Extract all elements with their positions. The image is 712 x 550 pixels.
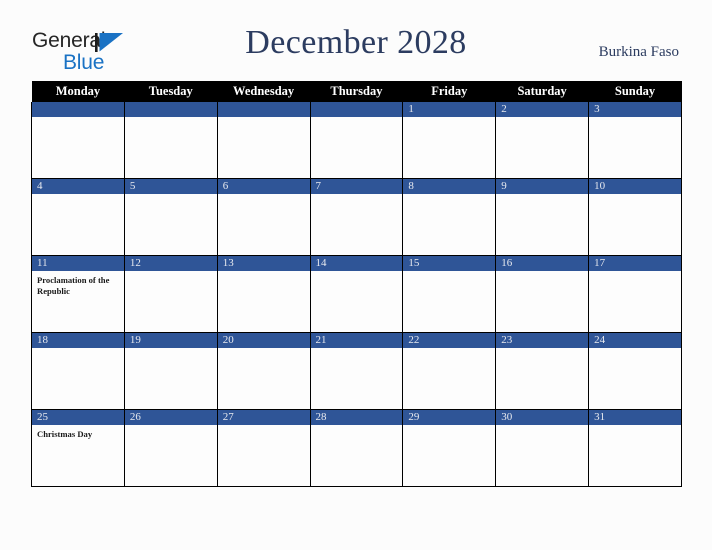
calendar-day-cell[interactable]: 2	[495, 102, 590, 179]
holiday-label: Christmas Day	[37, 429, 93, 439]
calendar-day-cell[interactable]: 17	[588, 255, 682, 333]
calendar-day-cell[interactable]: 5	[123, 178, 218, 256]
calendar-day-cell[interactable]: 13	[216, 255, 311, 333]
day-number: 23	[496, 333, 589, 348]
calendar-day-cell[interactable]	[31, 102, 125, 179]
calendar-day-cell[interactable]: 28	[309, 409, 404, 487]
day-number: 15	[403, 256, 496, 271]
calendar-day-cell[interactable]: 12	[123, 255, 218, 333]
calendar-day-cell[interactable]: 19	[123, 332, 218, 410]
day-number: 5	[124, 179, 217, 194]
country-label: Burkina Faso	[598, 44, 679, 60]
weekday-header-monday: Monday	[31, 81, 125, 102]
weekday-header-thursday: Thursday	[310, 81, 403, 102]
day-number: 12	[124, 256, 217, 271]
day-number: 13	[217, 256, 310, 271]
day-number: 6	[217, 179, 310, 194]
calendar-week-row: 11 Proclamation of the Republic 12 13 14 15 16…	[31, 255, 682, 333]
day-number: 1	[403, 102, 496, 117]
day-number	[32, 102, 124, 117]
day-number: 27	[217, 410, 310, 425]
day-number	[124, 102, 217, 117]
calendar-day-cell[interactable]: 29	[402, 409, 497, 487]
day-number	[217, 102, 310, 117]
calendar-day-cell[interactable]: 10	[588, 178, 682, 256]
calendar-day-cell[interactable]: 1	[402, 102, 497, 179]
day-number: 19	[124, 333, 217, 348]
day-number: 4	[32, 179, 124, 194]
calendar-day-cell[interactable]	[309, 102, 404, 179]
calendar-day-cell[interactable]: 6	[216, 178, 311, 256]
calendar-day-cell[interactable]: 4	[31, 178, 125, 256]
day-number: 2	[496, 102, 589, 117]
calendar-day-cell[interactable]: 11 Proclamation of the Republic	[31, 255, 125, 333]
day-number: 9	[496, 179, 589, 194]
calendar-day-cell[interactable]: 30	[495, 409, 590, 487]
calendar-day-cell[interactable]	[216, 102, 311, 179]
day-number: 22	[403, 333, 496, 348]
calendar-week-row: 123	[31, 102, 682, 179]
day-number: 8	[403, 179, 496, 194]
day-number	[310, 102, 403, 117]
holiday-label: Proclamation of the Republic	[37, 275, 110, 297]
calendar-day-cell[interactable]: 3	[588, 102, 682, 179]
calendar-page: General Blue December 2028 Burkina Faso …	[0, 0, 712, 550]
weekday-header-friday: Friday	[402, 81, 496, 102]
day-number: 29	[403, 410, 496, 425]
calendar-day-cell[interactable]	[123, 102, 218, 179]
calendar-grid: Monday Tuesday Wednesday Thursday Friday…	[31, 81, 682, 487]
calendar-week-row: 4 5 6 7 8 9 10	[31, 178, 682, 256]
calendar-day-cell[interactable]: 31	[588, 409, 682, 487]
calendar-day-cell[interactable]: 15	[402, 255, 497, 333]
day-number: 20	[217, 333, 310, 348]
calendar-body: 1 2 3 4 5 6 7 8 9 10 11 Proclamation of the Republi…	[31, 102, 682, 487]
weekday-header-saturday: Saturday	[495, 81, 589, 102]
day-number: 10	[589, 179, 681, 194]
weekday-header-wednesday: Wednesday	[217, 81, 311, 102]
page-header: General Blue December 2028 Burkina Faso	[0, 0, 712, 80]
day-number: 28	[310, 410, 403, 425]
calendar-day-cell[interactable]: 8	[402, 178, 497, 256]
calendar-day-cell[interactable]: 25 Christmas Day	[31, 409, 125, 487]
calendar-day-cell[interactable]: 21	[309, 332, 404, 410]
calendar-day-cell[interactable]: 14	[309, 255, 404, 333]
calendar-week-row: 18 19 20 21 22 23 24	[31, 332, 682, 410]
weekday-header-row: Monday Tuesday Wednesday Thursday Friday…	[31, 81, 682, 102]
day-number: 21	[310, 333, 403, 348]
calendar-day-cell[interactable]: 7	[309, 178, 404, 256]
day-number: 11	[32, 256, 124, 271]
calendar-day-cell[interactable]: 24	[588, 332, 682, 410]
calendar-day-cell[interactable]: 22	[402, 332, 497, 410]
weekday-header-sunday: Sunday	[588, 81, 682, 102]
calendar-day-cell[interactable]: 23	[495, 332, 590, 410]
day-number: 7	[310, 179, 403, 194]
day-number: 18	[32, 333, 124, 348]
day-number: 30	[496, 410, 589, 425]
day-number: 26	[124, 410, 217, 425]
day-number: 24	[589, 333, 681, 348]
weekday-header-tuesday: Tuesday	[124, 81, 218, 102]
calendar-day-cell[interactable]: 16	[495, 255, 590, 333]
calendar-week-row: 25 Christmas Day 26 27 28 29 30 31	[31, 409, 682, 487]
calendar-day-cell[interactable]: 26	[123, 409, 218, 487]
day-number: 17	[589, 256, 681, 271]
day-number: 3	[589, 102, 681, 117]
calendar-day-cell[interactable]: 18	[31, 332, 125, 410]
calendar-day-cell[interactable]: 20	[216, 332, 311, 410]
calendar-day-cell[interactable]: 9	[495, 178, 590, 256]
day-number: 14	[310, 256, 403, 271]
day-number: 25	[32, 410, 124, 425]
day-number: 16	[496, 256, 589, 271]
calendar-day-cell[interactable]: 27	[216, 409, 311, 487]
day-number: 31	[589, 410, 681, 425]
